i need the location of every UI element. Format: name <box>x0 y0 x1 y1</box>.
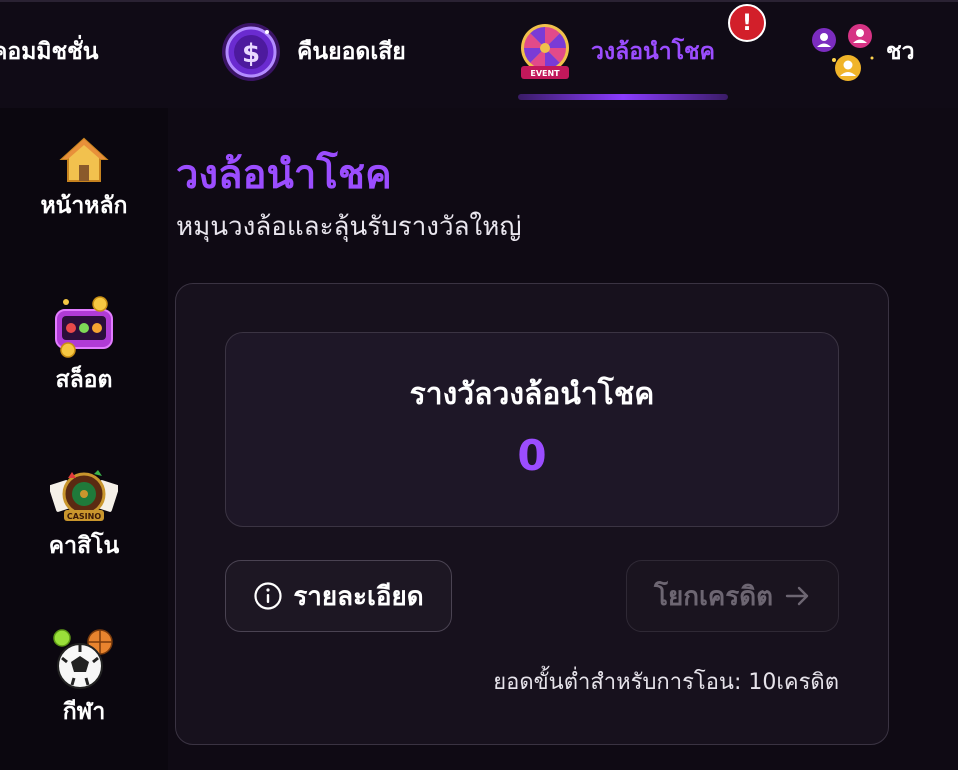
slot-machine-icon <box>55 296 113 358</box>
tab-commission[interactable]: คอมมิชชั่น <box>0 20 98 84</box>
sidebar-item-home[interactable]: หน้าหลัก <box>0 136 168 224</box>
home-icon <box>59 137 109 182</box>
details-button-label: รายละเอียด <box>293 581 424 612</box>
active-tab-indicator <box>518 94 728 100</box>
sidebar-item-slots-label: สล็อต <box>55 367 113 393</box>
reward-title: รางวัลวงล้อนำโชค <box>409 377 655 412</box>
transfer-credit-button[interactable]: โยกเครดิต <box>626 560 839 632</box>
invite-friends-icon <box>810 22 874 82</box>
wheel-banner-text: EVENT <box>530 69 560 78</box>
tab-lucky-wheel[interactable]: EVENT วงล้อนำโชค <box>515 20 715 84</box>
tab-lucky-wheel-label: วงล้อนำโชค <box>591 39 716 65</box>
prize-wheel-icon: EVENT <box>515 22 575 82</box>
arrow-right-icon <box>785 586 809 606</box>
svg-text:$: $ <box>242 39 260 69</box>
sidebar: หน้าหลัก สล็อต CASINO คาสิโน กีฬา <box>0 108 168 770</box>
sidebar-item-sports[interactable]: กีฬา <box>0 628 168 730</box>
sidebar-item-casino[interactable]: CASINO คาสิโน <box>0 468 168 564</box>
sidebar-item-sports-label: กีฬา <box>62 699 106 725</box>
page-subtitle: หมุนวงล้อและลุ้นรับรางวัลใหญ่ <box>176 212 522 242</box>
sidebar-item-slots[interactable]: สล็อต <box>0 296 168 398</box>
reward-amount: 0 <box>517 431 547 480</box>
casino-roulette-icon: CASINO <box>50 470 118 521</box>
reward-summary-box: รางวัลวงล้อนำโชค 0 <box>225 332 839 527</box>
tab-commission-label: คอมมิชชั่น <box>0 39 99 65</box>
top-edge <box>0 0 958 2</box>
tab-invite[interactable]: ชว <box>810 20 915 84</box>
sports-ball-icon <box>53 629 113 689</box>
tab-cashback-label: คืนยอดเสีย <box>297 39 406 65</box>
top-nav: คอมมิชชั่น $ คืนยอดเสีย EVENT วงล้อนำโชค… <box>0 0 958 108</box>
transfer-credit-label: โยกเครดิต <box>654 581 773 612</box>
tab-cashback[interactable]: $ คืนยอดเสีย <box>221 20 406 84</box>
dollar-coin-icon: $ <box>221 22 281 82</box>
casino-emblem-text: CASINO <box>67 512 101 521</box>
info-circle-icon <box>254 582 282 610</box>
min-transfer-note: ยอดขั้นต่ำสำหรับการโอน: 10เครดิต <box>493 670 839 695</box>
alert-badge: ! <box>728 4 766 42</box>
tab-invite-label: ชว <box>886 39 915 65</box>
sidebar-item-home-label: หน้าหลัก <box>40 193 128 219</box>
page-title: วงล้อนำโชค <box>176 152 392 198</box>
details-button[interactable]: รายละเอียด <box>225 560 452 632</box>
sidebar-item-casino-label: คาสิโน <box>48 533 120 559</box>
